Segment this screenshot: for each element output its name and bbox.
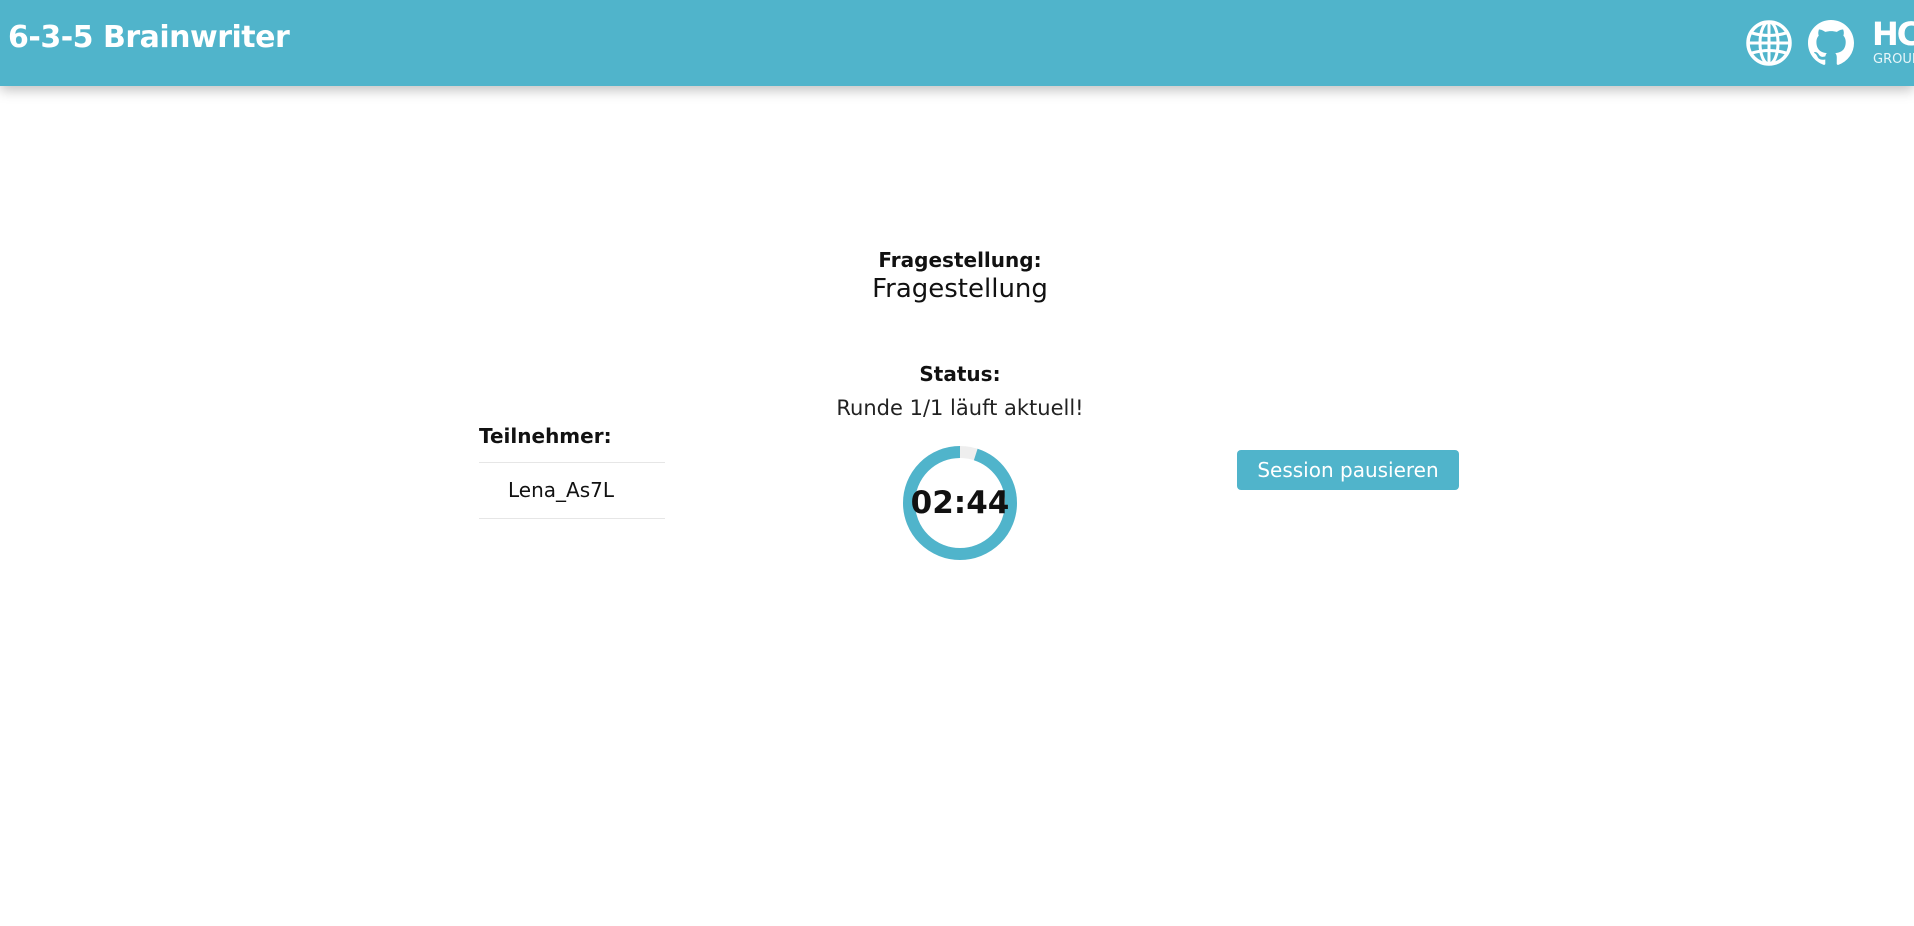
timer-display: 02:44 [910, 485, 1010, 521]
question-heading: Fragestellung: [760, 248, 1160, 272]
question-text-label: Fragestellung [872, 274, 1048, 304]
status-heading: Status: [760, 362, 1160, 386]
app-title-link[interactable]: 6-3-5 Brainwriter [8, 20, 290, 55]
hci-logo-main-text: HCI [1872, 15, 1914, 53]
participants-heading: Teilnehmer: [479, 424, 612, 448]
navbar-icon-group: HCI GROUP [1744, 14, 1914, 72]
hci-logo-sub-text: GROUP [1873, 52, 1914, 67]
status-text: Runde 1/1 läuft aktuell! [760, 396, 1160, 420]
globe-icon[interactable] [1744, 18, 1794, 68]
hci-group-logo[interactable]: HCI GROUP [1868, 14, 1914, 72]
pause-session-button[interactable]: Session pausieren [1237, 450, 1459, 490]
top-navbar: 6-3-5 Brainwriter HCI GROUP [0, 0, 1914, 86]
status-text-label: Runde 1/1 läuft aktuell! [836, 396, 1084, 420]
question-heading-label: Fragestellung: [878, 248, 1042, 272]
github-icon[interactable] [1808, 20, 1854, 66]
status-heading-label: Status: [919, 362, 1001, 386]
question-text: Fragestellung [760, 274, 1160, 304]
participants-panel: Teilnehmer: Lena_As7L [479, 420, 665, 519]
round-timer: 02:44 [902, 445, 1018, 561]
participant-list-item: Lena_As7L [479, 462, 665, 519]
